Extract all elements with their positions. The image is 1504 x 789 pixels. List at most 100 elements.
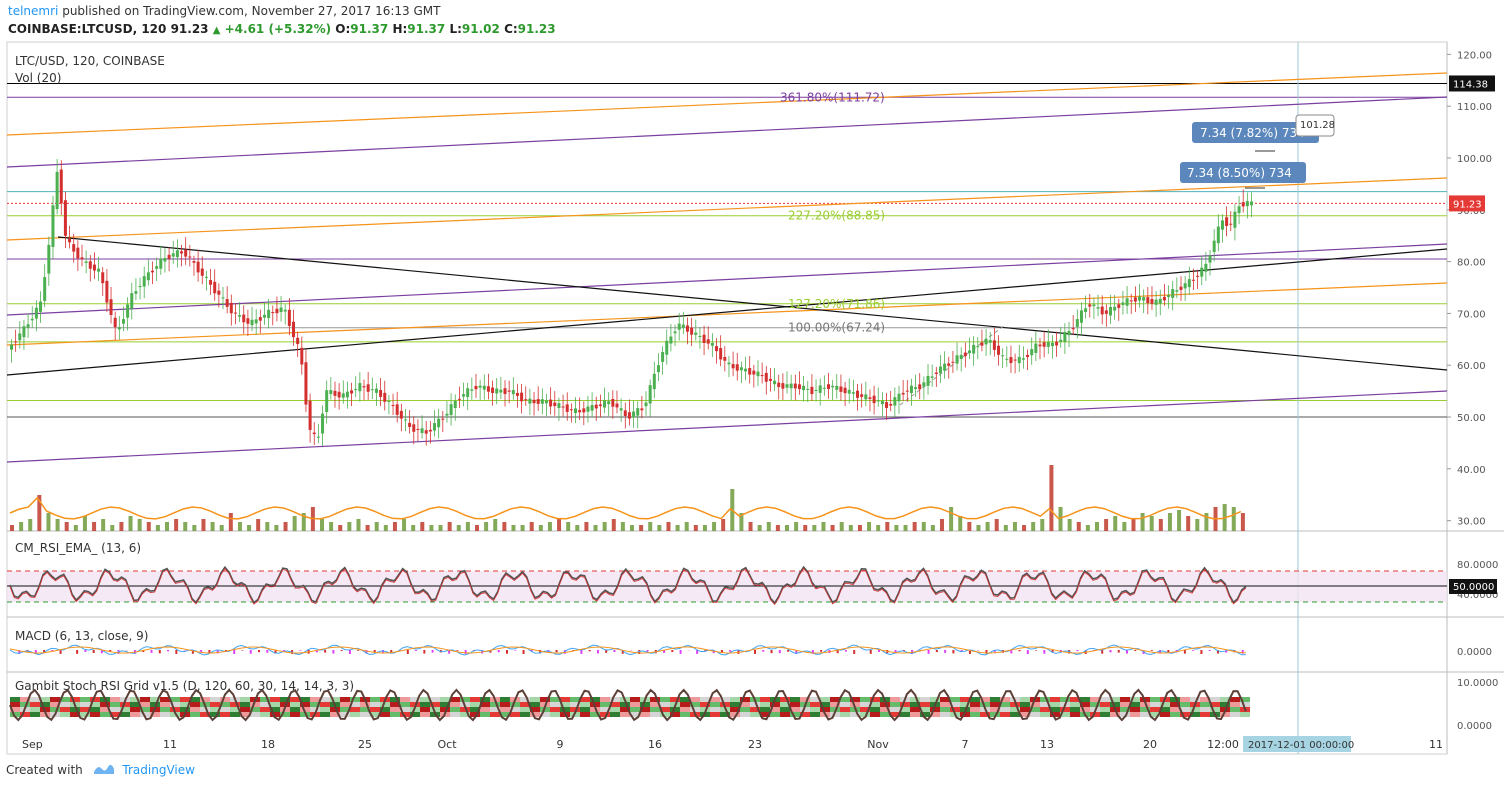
candle-body <box>540 399 544 404</box>
stoch-grid-cell <box>520 707 530 712</box>
volume-bar <box>566 522 571 531</box>
stoch-grid-cell <box>580 707 590 712</box>
candle-body <box>561 406 565 408</box>
stoch-grid-cell <box>820 697 830 702</box>
candle-body <box>200 268 204 276</box>
candle-body <box>615 403 619 408</box>
candle-body <box>1092 304 1096 307</box>
stoch-grid-cell <box>1040 707 1050 712</box>
stoch-grid-cell <box>860 702 870 707</box>
stoch-grid-cell <box>1180 702 1190 707</box>
candle-body <box>1088 304 1092 307</box>
candle-body <box>437 418 441 428</box>
pane-title-macd: MACD (6, 13, close, 9) <box>15 629 148 643</box>
volume-bar <box>174 519 179 531</box>
chart-canvas[interactable]: 120.00110.00100.0090.0080.0070.0060.0050… <box>0 0 1504 760</box>
candle-body <box>412 424 416 432</box>
candle-body <box>495 388 499 394</box>
macd-histogram-bar <box>1134 650 1137 651</box>
candle-body <box>777 382 781 387</box>
volume-bar <box>383 525 388 531</box>
candle-body <box>445 413 449 416</box>
candle-body <box>656 365 660 373</box>
volume-bar <box>10 525 14 531</box>
volume-bar <box>785 525 789 531</box>
candle-body <box>1237 206 1241 214</box>
candle-body <box>515 392 519 396</box>
candle-body <box>345 391 349 398</box>
candle-body <box>1129 300 1133 302</box>
stoch-grid-cell <box>970 707 980 712</box>
price-marker-label: 114.38 <box>1453 79 1488 90</box>
tradingview-brand-link[interactable]: TradingView <box>122 763 195 777</box>
stoch-grid-cell <box>680 712 690 717</box>
candle-body <box>847 389 851 394</box>
candle-body <box>1030 349 1034 356</box>
stoch-grid-cell <box>1070 707 1080 712</box>
candle-body <box>764 372 768 382</box>
stoch-grid-cell <box>810 712 820 717</box>
candle-body <box>1059 339 1063 342</box>
stoch-grid-cell <box>530 702 540 707</box>
stoch-grid-cell <box>680 707 690 712</box>
candle-body <box>271 312 275 314</box>
stoch-grid-cell <box>580 702 590 707</box>
candle-body <box>818 385 822 393</box>
stoch-grid-cell <box>630 702 640 707</box>
candle-body <box>507 390 511 392</box>
stoch-grid-cell <box>370 702 380 707</box>
candle-body <box>677 323 681 330</box>
candle-body <box>362 386 366 388</box>
volume-ma-line <box>9 496 1242 520</box>
candle-body <box>126 304 130 318</box>
volume-bar <box>119 522 124 531</box>
macd-histogram-bar <box>869 650 872 654</box>
candle-body <box>744 368 748 372</box>
macd-histogram-bar <box>754 650 756 654</box>
volume-bar <box>493 519 498 531</box>
candle-body <box>938 366 942 374</box>
candle-body <box>171 253 175 257</box>
stoch-grid-cell <box>1000 712 1010 717</box>
stoch-grid-cell <box>450 707 460 712</box>
stoch-grid-cell <box>970 712 980 717</box>
volume-bar <box>821 522 826 531</box>
candle-body <box>39 301 43 312</box>
volume-bar <box>885 522 890 531</box>
candle-body <box>1096 307 1100 309</box>
stoch-tick-label: 10.0000 <box>1457 678 1498 689</box>
candle-body <box>55 171 59 210</box>
stoch-grid-cell <box>780 712 790 717</box>
candle-body <box>669 336 673 344</box>
volume-bar <box>529 522 534 531</box>
candle-body <box>627 412 631 419</box>
candle-body <box>296 337 300 345</box>
macd-histogram-bar <box>935 650 938 653</box>
stoch-grid-cell <box>320 702 330 707</box>
volume-bar <box>1003 525 1008 531</box>
candle-body <box>1204 263 1208 272</box>
candle-body <box>702 334 706 343</box>
candle-body <box>735 364 739 371</box>
stoch-grid-cell <box>160 702 170 707</box>
stoch-grid-cell <box>450 702 460 707</box>
volume-bar <box>593 525 598 531</box>
candle-body <box>909 385 913 394</box>
volume-bar <box>283 522 288 531</box>
x-tick-label: 11 <box>163 738 177 751</box>
volume-bar <box>1186 516 1191 531</box>
macd-histogram-bar <box>158 650 161 654</box>
macd-histogram-bar <box>853 650 856 654</box>
volume-bar <box>1022 525 1027 531</box>
stoch-grid-cell <box>1100 697 1110 702</box>
stoch-grid-cell <box>1040 712 1050 717</box>
volume-bar <box>611 519 616 531</box>
macd-histogram-bar <box>431 650 434 653</box>
candle-body <box>536 399 540 404</box>
macd-histogram-bar <box>1035 650 1038 651</box>
candle-body <box>872 395 876 404</box>
candle-body <box>242 314 246 323</box>
stoch-grid-cell <box>1190 707 1200 712</box>
volume-bar <box>19 522 24 531</box>
candle-body <box>1005 358 1009 360</box>
